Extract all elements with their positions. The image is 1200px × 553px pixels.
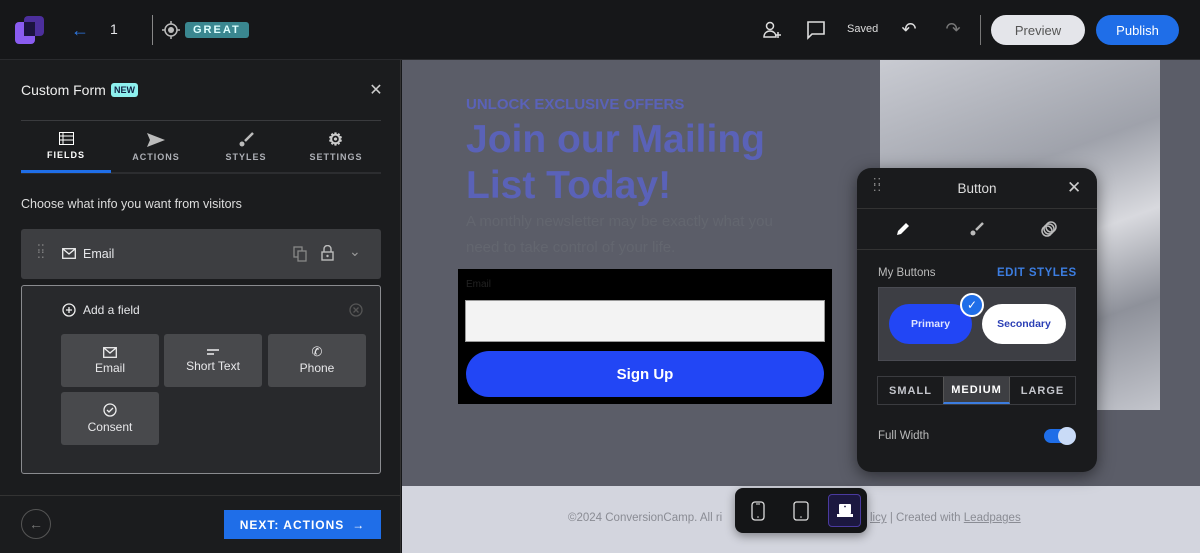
secondary-style-option[interactable]: Secondary xyxy=(982,304,1066,344)
copyright-text: ©2024 ConversionCamp. All ri xyxy=(568,512,723,524)
page-number: 1 xyxy=(110,21,118,37)
close-icon[interactable]: ✕ xyxy=(1067,178,1081,198)
mail-icon xyxy=(103,346,117,358)
mobile-icon[interactable] xyxy=(751,501,765,521)
created-with-text: Created with xyxy=(896,512,964,524)
divider xyxy=(152,15,153,45)
gear-icon: ⚙ xyxy=(327,130,345,149)
close-circle-icon[interactable] xyxy=(349,303,363,317)
new-badge: NEW xyxy=(111,83,138,97)
duplicate-icon[interactable] xyxy=(293,246,307,262)
lock-icon[interactable] xyxy=(321,245,334,261)
field-type-label: Phone xyxy=(299,361,335,375)
field-type-consent[interactable]: Consent xyxy=(61,392,159,445)
size-small[interactable]: SMALL xyxy=(878,377,943,404)
instruction-text: Choose what info you want from visitors xyxy=(21,197,242,211)
send-icon xyxy=(147,132,165,147)
size-large[interactable]: LARGE xyxy=(1010,377,1075,404)
signup-button[interactable]: Sign Up xyxy=(466,351,824,397)
divider xyxy=(0,495,401,496)
panel-tabs: FIELDS ACTIONS STYLES ⚙ SETTINGS xyxy=(21,120,381,174)
chevron-down-icon[interactable]: ⌄ xyxy=(349,243,361,260)
tab-fields[interactable]: FIELDS xyxy=(21,121,111,173)
tab-label: ACTIONS xyxy=(132,151,180,162)
target-icon xyxy=(162,21,180,39)
tablet-icon[interactable] xyxy=(793,501,809,521)
device-toolbar xyxy=(735,488,867,533)
full-width-label: Full Width xyxy=(878,430,930,442)
email-input[interactable] xyxy=(465,300,825,342)
field-type-label: Short Text xyxy=(186,359,240,373)
drag-handle-icon[interactable]: ⁚⁚ ⁚⁚ xyxy=(37,243,45,260)
next-actions-button[interactable]: NEXT: ACTIONS → xyxy=(224,510,381,539)
laptop-icon xyxy=(836,503,853,517)
brush-icon[interactable] xyxy=(969,221,985,237)
size-medium[interactable]: MEDIUM xyxy=(943,377,1010,404)
separator: | xyxy=(886,512,897,524)
desktop-view-button[interactable] xyxy=(828,494,861,527)
signup-form[interactable]: Email Sign Up xyxy=(458,269,832,404)
field-type-label: Email xyxy=(94,360,125,375)
tab-label: STYLES xyxy=(225,152,267,162)
next-label: NEXT: ACTIONS xyxy=(239,517,345,532)
brush-icon xyxy=(239,132,254,147)
close-icon[interactable]: ✕ xyxy=(368,82,384,99)
tab-label: FIELDS xyxy=(46,149,85,160)
my-buttons-label: My Buttons xyxy=(878,267,936,279)
popup-title: Button xyxy=(957,181,997,196)
table-icon xyxy=(58,131,74,145)
add-field-label: Add a field xyxy=(83,303,140,317)
privacy-policy-link[interactable]: licy xyxy=(870,512,887,524)
layers-icon[interactable] xyxy=(1040,220,1058,238)
size-selector: SMALL MEDIUM LARGE xyxy=(877,376,1076,405)
tab-label: SETTINGS xyxy=(309,152,363,162)
field-type-phone[interactable]: ✆ Phone xyxy=(268,334,366,387)
tab-actions[interactable]: ACTIONS xyxy=(111,121,201,173)
button-settings-popup: ⁚⁚ ⁚⁚ Button ✕ My Buttons EDIT STYLES Pri… xyxy=(857,168,1097,472)
headline[interactable]: Join our Mailing List Today! xyxy=(466,117,806,209)
plus-circle-icon xyxy=(62,303,76,317)
back-button[interactable]: ← xyxy=(21,509,51,539)
mail-icon xyxy=(62,248,76,259)
toggle-knob xyxy=(1058,427,1076,445)
add-field-box: Add a field Email Short Text ✆ Phone Con… xyxy=(21,285,381,474)
saved-status: Saved xyxy=(847,23,879,35)
divider xyxy=(980,15,981,45)
field-type-email[interactable]: Email xyxy=(61,334,159,387)
leadpages-link[interactable]: Leadpages xyxy=(964,512,1021,524)
top-bar: ← 1 GREAT Saved ↶ ↷ Preview Publish xyxy=(0,0,1200,60)
field-type-short-text[interactable]: Short Text xyxy=(164,334,262,387)
email-label: Email xyxy=(466,279,492,290)
full-width-toggle[interactable] xyxy=(1044,427,1076,445)
short-text-icon xyxy=(207,349,219,355)
divider xyxy=(857,249,1097,250)
check-circle-icon xyxy=(103,403,117,417)
primary-style-option[interactable]: Primary xyxy=(889,304,972,344)
phone-icon: ✆ xyxy=(311,344,323,359)
tab-settings[interactable]: ⚙ SETTINGS xyxy=(291,121,381,173)
back-arrow-icon[interactable]: ← xyxy=(70,20,90,40)
preview-button[interactable]: Preview xyxy=(991,15,1085,45)
panel-title: Custom Form xyxy=(21,82,106,98)
check-icon: ✓ xyxy=(960,293,984,317)
eyebrow-text[interactable]: UNLOCK EXCLUSIVE OFFERS xyxy=(466,96,684,113)
publish-button[interactable]: Publish xyxy=(1096,15,1179,45)
field-label: Email xyxy=(83,247,115,261)
edit-styles-link[interactable]: EDIT STYLES xyxy=(997,267,1077,279)
divider xyxy=(857,208,1097,209)
tab-styles[interactable]: STYLES xyxy=(201,121,291,173)
field-row-email[interactable]: ⁚⁚ ⁚⁚ Email ⌄ xyxy=(21,229,381,279)
score-badge: GREAT xyxy=(185,22,249,38)
button-style-picker: Primary ✓ Secondary xyxy=(878,287,1076,361)
comment-icon[interactable] xyxy=(806,20,826,40)
pencil-icon[interactable] xyxy=(895,221,911,237)
add-user-icon[interactable] xyxy=(762,20,782,40)
redo-icon[interactable]: ↷ xyxy=(943,19,963,39)
body-text[interactable]: A monthly newsletter may be exactly what… xyxy=(466,209,806,261)
arrow-right-icon: → xyxy=(352,517,366,532)
field-type-label: Consent xyxy=(87,420,133,434)
undo-icon[interactable]: ↶ xyxy=(899,19,919,39)
app-logo[interactable] xyxy=(15,16,45,46)
